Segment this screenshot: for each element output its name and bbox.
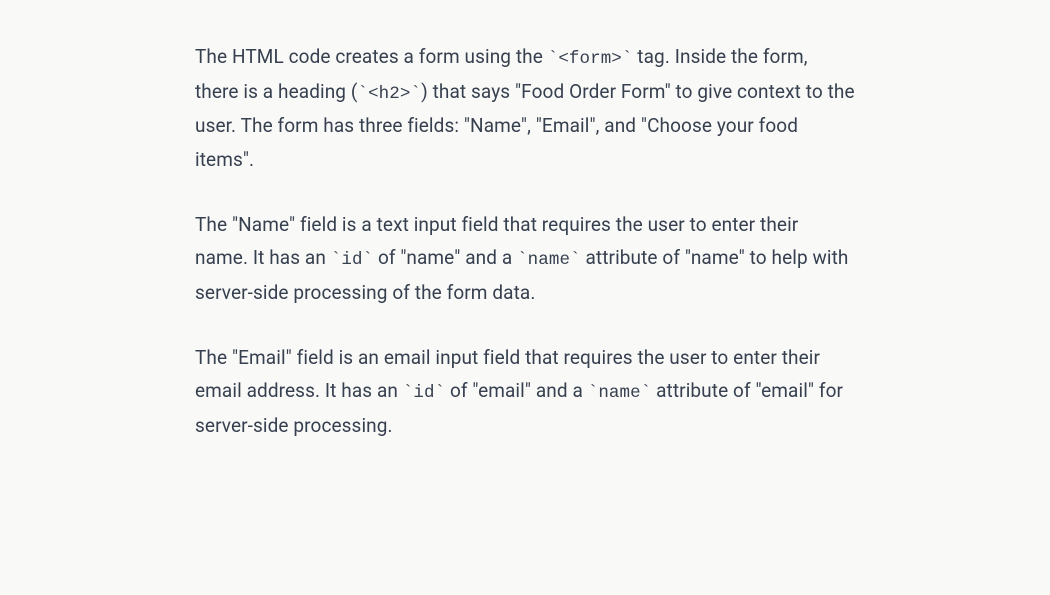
code-inline: `<form>` [548, 49, 633, 69]
code-inline: `id` [403, 383, 445, 403]
paragraph-1: The HTML code creates a form using the `… [195, 40, 855, 176]
paragraph-2: The "Name" field is a text input field t… [195, 208, 855, 309]
code-inline: `name` [588, 383, 652, 403]
paragraph-3: The "Email" field is an email input fiel… [195, 341, 855, 442]
text: of "name" and a [373, 246, 517, 269]
text: The HTML code creates a form using the [195, 45, 548, 68]
code-inline: `name` [517, 250, 581, 270]
text: of "email" and a [445, 379, 588, 402]
code-inline: `id` [331, 250, 373, 270]
code-inline: `<h2>` [357, 84, 421, 104]
document-content: The HTML code creates a form using the `… [195, 40, 855, 442]
